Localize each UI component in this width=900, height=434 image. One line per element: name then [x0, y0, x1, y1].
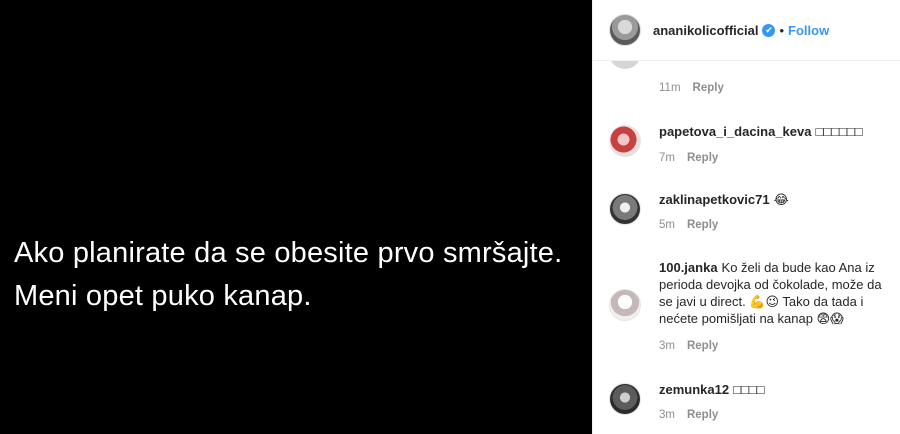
media-caption-text: Ako planirate da se obesite prvo smršajt… [14, 237, 563, 312]
comment-body: papetova_i_dacina_keva □□□□□□ [659, 123, 891, 140]
reply-button[interactable]: Reply [693, 82, 724, 94]
comment-meta: 3m Reply [659, 340, 718, 352]
comment-username[interactable]: zaklinapetkovic71 [659, 192, 770, 207]
avatar[interactable] [609, 193, 641, 225]
avatar[interactable] [609, 125, 641, 157]
comment-text: □□□□□□ [815, 124, 863, 139]
post-header: ananikolicofficial ✔ • Follow [593, 0, 900, 61]
reply-button[interactable]: Reply [687, 409, 718, 421]
post-media: Ako planirate da se obesite prvo smršajt… [0, 0, 592, 434]
avatar[interactable] [609, 289, 641, 321]
comment-meta: 5m Reply [659, 219, 718, 231]
comment-time: 3m [659, 340, 675, 352]
comment-text: 😂 [773, 192, 789, 207]
comment-username[interactable]: 100.janka [659, 260, 718, 275]
comments-panel: ananikolicofficial ✔ • Follow 11m Reply p… [592, 0, 900, 434]
separator-dot: • [779, 22, 785, 38]
comment-time: 3m [659, 409, 675, 421]
author-username[interactable]: ananikolicofficial [653, 23, 758, 38]
comment-body: zemunka12 □□□□ [659, 381, 891, 398]
reply-button[interactable]: Reply [687, 152, 718, 164]
comment-time: 5m [659, 219, 675, 231]
comment-username[interactable]: zemunka12 [659, 382, 729, 397]
comment-time: 11m [659, 82, 681, 94]
verified-badge-icon: ✔ [762, 23, 776, 37]
comment-meta: 3m Reply [659, 409, 718, 421]
comment-body: 100.janka Ko želi da bude kao Ana iz peri… [659, 259, 891, 327]
avatar[interactable] [609, 383, 641, 415]
reply-button[interactable]: Reply [687, 219, 718, 231]
follow-button[interactable]: Follow [788, 23, 829, 38]
comment-username[interactable]: papetova_i_dacina_keva [659, 124, 811, 139]
avatar[interactable] [609, 14, 641, 46]
comment-meta: 11m Reply [659, 82, 724, 94]
comment-meta: 7m Reply [659, 152, 718, 164]
comment-text: □□□□ [733, 382, 765, 397]
comment-time: 7m [659, 152, 675, 164]
comment-body: zaklinapetkovic71 😂 [659, 191, 891, 208]
reply-button[interactable]: Reply [687, 340, 718, 352]
